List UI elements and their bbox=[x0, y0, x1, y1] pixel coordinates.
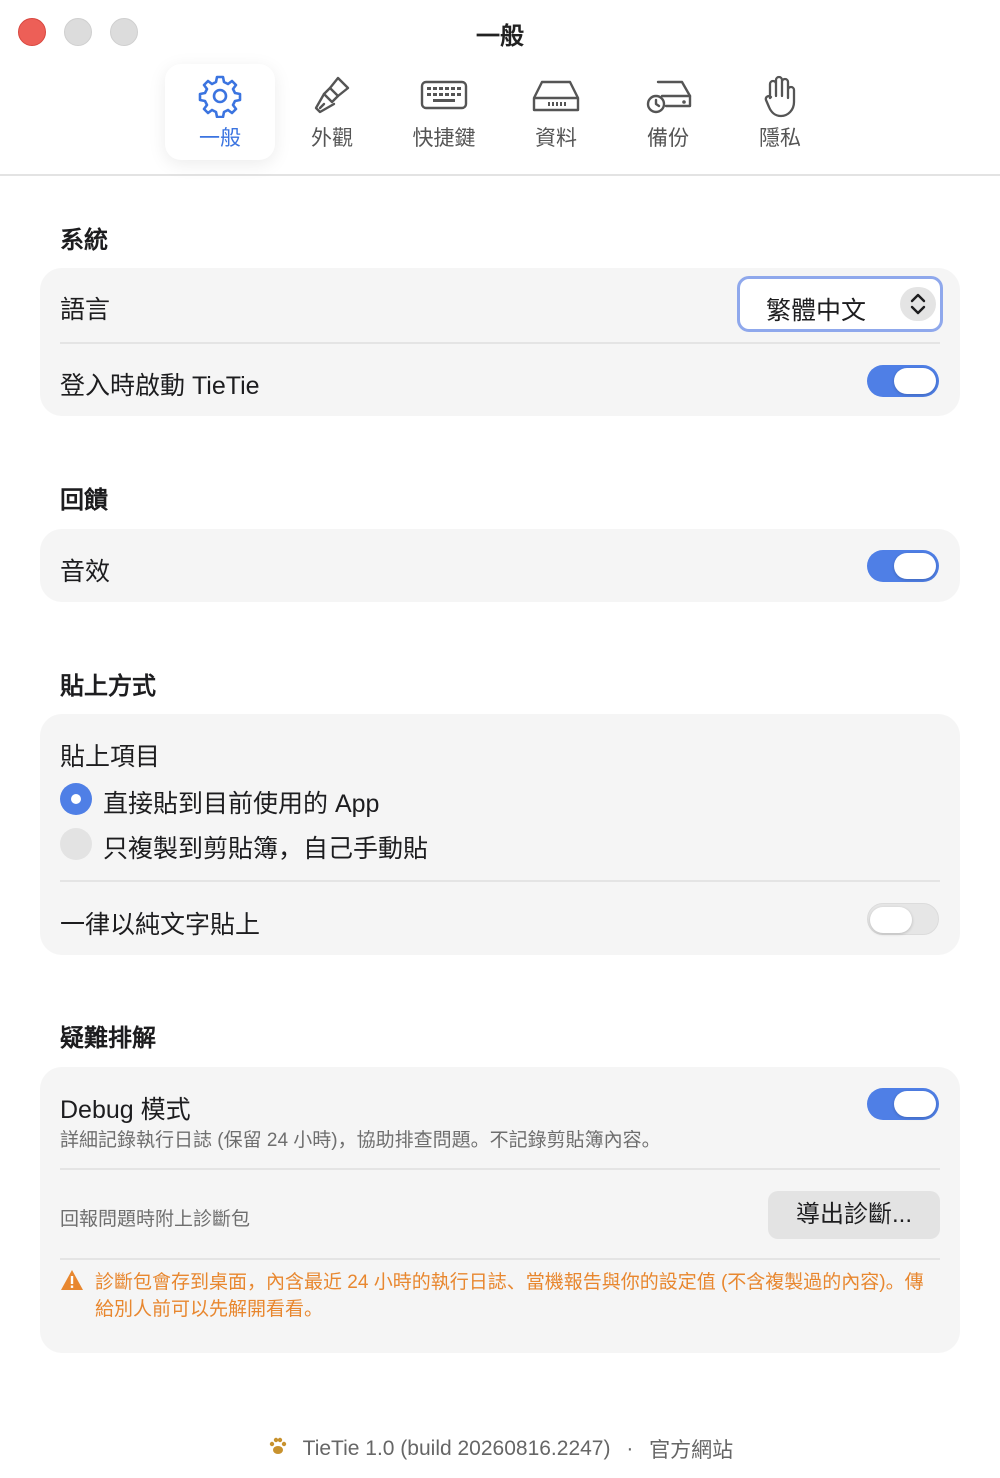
paw-icon bbox=[267, 1435, 297, 1463]
drive-icon bbox=[532, 80, 580, 112]
window-title: 一般 bbox=[476, 23, 524, 50]
paintbrush-icon bbox=[314, 76, 350, 114]
divider bbox=[60, 1258, 940, 1260]
version-text: TieTie 1.0 (build 20260816.2247) bbox=[302, 1437, 611, 1460]
sound-effects-toggle[interactable] bbox=[867, 550, 939, 582]
language-select[interactable]: 繁體中文 bbox=[737, 276, 943, 332]
language-select-value: 繁體中文 bbox=[766, 297, 867, 325]
hand-icon bbox=[764, 75, 796, 118]
plain-text-label: 一律以純文字貼上 bbox=[60, 911, 261, 939]
tab-label: 外觀 bbox=[311, 127, 353, 150]
launch-at-login-toggle[interactable] bbox=[867, 365, 939, 397]
diagnostics-warning-text: 診斷包會存到桌面，內含最近 24 小時的執行日誌、當機報告與你的設定值 (不含複… bbox=[95, 1272, 924, 1320]
radio-copy-only[interactable] bbox=[60, 828, 92, 860]
sound-effects-label: 音效 bbox=[60, 558, 111, 586]
tab-label: 一般 bbox=[199, 127, 241, 150]
backup-drive-icon bbox=[646, 80, 692, 114]
tab-appearance[interactable]: 外觀 bbox=[277, 64, 387, 160]
language-label: 語言 bbox=[60, 296, 111, 324]
keyboard-icon bbox=[420, 80, 468, 110]
divider bbox=[60, 342, 940, 344]
debug-mode-description: 詳細記錄執行日誌 (保留 24 小時)，協助排查問題。不記錄剪貼簿內容。 bbox=[60, 1130, 661, 1151]
radio-paste-directly-label[interactable]: 直接貼到目前使用的 App bbox=[103, 784, 379, 820]
paste-card: 貼上項目 直接貼到目前使用的 App 只複製到剪貼簿，自己手動貼 一律以純文字貼… bbox=[40, 714, 960, 955]
toggle-knob bbox=[894, 553, 936, 579]
paste-items-label: 貼上項目 bbox=[60, 743, 161, 771]
report-diagnostics-label: 回報問題時附上診斷包 bbox=[60, 1209, 251, 1230]
tab-privacy[interactable]: 隱私 bbox=[725, 64, 835, 160]
footer: TieTie 1.0 (build 20260816.2247) · 官方網站 bbox=[0, 1434, 1000, 1464]
tab-shortcuts[interactable]: 快捷鍵 bbox=[389, 64, 499, 160]
divider bbox=[60, 1168, 940, 1170]
toggle-knob bbox=[894, 368, 936, 394]
chevron-updown-icon bbox=[900, 287, 936, 321]
debug-mode-toggle[interactable] bbox=[867, 1088, 939, 1120]
feedback-card: 音效 bbox=[40, 529, 960, 602]
debug-mode-label: Debug 模式 bbox=[60, 1096, 191, 1124]
tab-data[interactable]: 資料 bbox=[501, 64, 611, 160]
launch-at-login-label: 登入時啟動 TieTie bbox=[60, 372, 260, 400]
section-title-system: 系統 bbox=[60, 227, 108, 254]
plain-text-toggle[interactable] bbox=[867, 903, 939, 935]
toggle-knob bbox=[870, 907, 912, 933]
footer-separator: · bbox=[626, 1437, 634, 1460]
tab-backup[interactable]: 備份 bbox=[613, 64, 723, 160]
tab-label: 隱私 bbox=[759, 127, 801, 150]
section-title-feedback: 回饋 bbox=[60, 487, 108, 514]
warning-icon bbox=[61, 1270, 83, 1290]
tab-label: 快捷鍵 bbox=[412, 127, 476, 150]
tab-label: 備份 bbox=[647, 127, 689, 150]
divider bbox=[60, 880, 940, 882]
tab-label: 資料 bbox=[535, 127, 577, 150]
system-card: 語言 繁體中文 登入時啟動 TieTie bbox=[40, 268, 960, 416]
section-title-troubleshooting: 疑難排解 bbox=[60, 1025, 156, 1052]
radio-paste-directly[interactable] bbox=[60, 783, 92, 815]
website-link[interactable]: 官方網站 bbox=[649, 1434, 733, 1464]
toggle-knob bbox=[894, 1091, 936, 1117]
troubleshooting-card: Debug 模式 詳細記錄執行日誌 (保留 24 小時)，協助排查問題。不記錄剪… bbox=[40, 1067, 960, 1353]
gear-icon bbox=[198, 75, 242, 118]
section-title-paste: 貼上方式 bbox=[60, 673, 156, 700]
export-diagnostics-button[interactable]: 導出診斷... bbox=[768, 1191, 940, 1239]
tab-general[interactable]: 一般 bbox=[165, 64, 275, 160]
radio-copy-only-label[interactable]: 只複製到剪貼簿，自己手動貼 bbox=[103, 829, 428, 865]
toolbar: 一般 一般 外觀 快捷鍵 資料 備份 隱私 bbox=[0, 0, 1000, 176]
